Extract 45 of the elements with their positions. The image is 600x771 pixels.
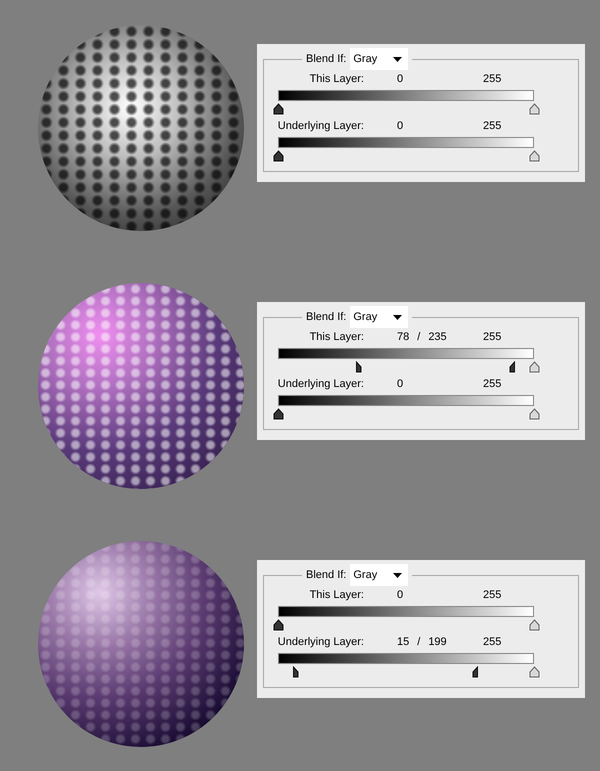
slider-reading: 255: [483, 330, 502, 346]
slider-reading: 0: [397, 72, 404, 88]
slider-reading: 0: [397, 588, 404, 604]
gradient-slider[interactable]: [272, 606, 540, 632]
slider-handle-icon[interactable]: [272, 103, 284, 115]
slider-handle-icon[interactable]: [272, 408, 284, 420]
blend-if-dropdown[interactable]: Gray: [350, 306, 408, 328]
slider-handle-icon[interactable]: [528, 408, 540, 420]
blend-if-label: Blend If:: [306, 310, 346, 325]
gradient-slider[interactable]: [272, 395, 540, 421]
slider-reading: 199: [428, 635, 447, 650]
slider-reading: /: [417, 330, 420, 346]
slider-label: This Layer:: [308, 330, 364, 346]
slider-handle-icon[interactable]: [528, 619, 540, 631]
slider-label: Underlying Layer:: [276, 119, 364, 134]
slider-reading: /: [417, 635, 420, 650]
gradient-slider[interactable]: [272, 90, 540, 116]
slider-reading: 255: [483, 119, 502, 134]
slider-reading: 15: [397, 635, 410, 650]
slider-label: This Layer:: [308, 72, 364, 88]
slider-reading: 255: [483, 635, 502, 650]
slider-handle-icon[interactable]: [272, 150, 284, 162]
dropdown-arrow-icon: [393, 314, 402, 320]
slider-reading: 78: [397, 330, 410, 346]
slider-reading: 255: [483, 72, 502, 88]
gradient-slider[interactable]: [272, 137, 540, 163]
slider-handle-icon[interactable]: [528, 361, 540, 373]
blend-if-dropdown[interactable]: Gray: [350, 48, 408, 70]
blend-if-label: Blend If:: [306, 568, 346, 583]
slider-reading: 235: [428, 330, 447, 346]
slider-label: Underlying Layer:: [276, 635, 364, 650]
blend-if-dropdown[interactable]: Gray: [350, 564, 408, 586]
slider-handle-icon[interactable]: [272, 619, 284, 631]
slider-handle-icon[interactable]: [528, 103, 540, 115]
dropdown-arrow-icon: [393, 572, 402, 578]
slider-reading: 255: [483, 377, 502, 392]
slider-reading: 0: [397, 119, 404, 134]
slider-reading: 255: [483, 588, 502, 604]
blend-if-label: Blend If:: [306, 52, 346, 67]
slider-label: Underlying Layer:: [276, 377, 364, 392]
dropdown-arrow-icon: [393, 56, 402, 62]
slider-handle-icon[interactable]: [528, 150, 540, 162]
slider-label: This Layer:: [308, 588, 364, 604]
slider-reading: 0: [397, 377, 404, 392]
slider-handle-icon[interactable]: [528, 666, 540, 678]
